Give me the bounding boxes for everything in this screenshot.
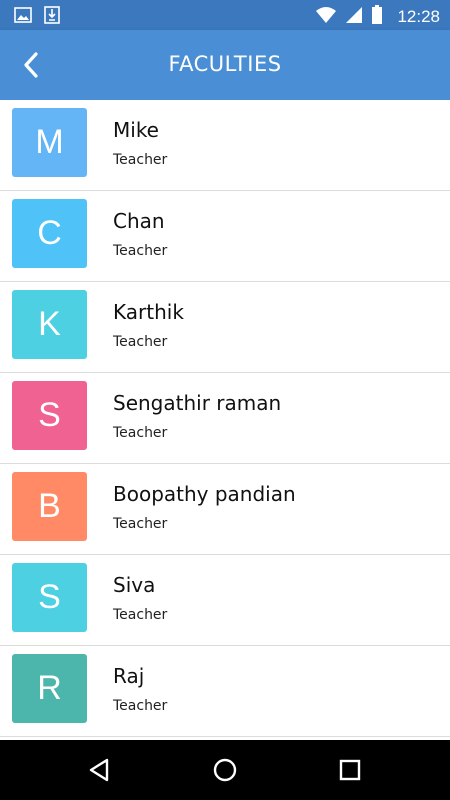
- faculty-role: Teacher: [113, 516, 168, 532]
- back-triangle-icon: [89, 758, 109, 782]
- battery-icon: [371, 5, 383, 29]
- avatar: R: [12, 654, 87, 723]
- faculty-name: Siva: [113, 573, 156, 597]
- nav-home-button[interactable]: [210, 755, 240, 785]
- download-icon: [44, 6, 60, 28]
- nav-back-button[interactable]: [85, 755, 115, 785]
- faculty-name: Sengathir raman: [113, 391, 282, 415]
- status-time: 12:28: [397, 7, 440, 26]
- recents-square-icon: [339, 759, 361, 781]
- avatar: S: [12, 563, 87, 632]
- faculty-role: Teacher: [113, 425, 168, 441]
- faculty-item-mike[interactable]: M Mike Teacher: [0, 100, 450, 191]
- avatar: K: [12, 290, 87, 359]
- faculty-name: Mike: [113, 118, 159, 142]
- avatar: C: [12, 199, 87, 268]
- faculty-role: Teacher: [113, 152, 168, 168]
- status-bar: 12:28: [0, 0, 450, 30]
- faculty-item-chan[interactable]: C Chan Teacher: [0, 191, 450, 282]
- signal-icon: [345, 6, 363, 28]
- avatar: M: [12, 108, 87, 177]
- system-nav-bar: [0, 740, 450, 800]
- faculty-list: M Mike Teacher C Chan Teacher K Karthik …: [0, 100, 450, 740]
- nav-recents-button[interactable]: [335, 755, 365, 785]
- avatar: B: [12, 472, 87, 541]
- page-title: FACULTIES: [168, 52, 282, 76]
- wifi-icon: [315, 6, 337, 28]
- app-bar: FACULTIES: [0, 30, 450, 100]
- faculty-role: Teacher: [113, 334, 168, 350]
- faculty-name: Chan: [113, 209, 165, 233]
- faculty-role: Teacher: [113, 698, 168, 714]
- faculty-name: Boopathy pandian: [113, 482, 296, 506]
- faculty-item-sengathir-raman[interactable]: S Sengathir raman Teacher: [0, 373, 450, 464]
- image-icon: [14, 6, 32, 28]
- faculty-item-siva[interactable]: S Siva Teacher: [0, 555, 450, 646]
- faculty-name: Karthik: [113, 300, 184, 324]
- faculty-item-karthik[interactable]: K Karthik Teacher: [0, 282, 450, 373]
- home-circle-icon: [213, 758, 237, 782]
- avatar: S: [12, 381, 87, 450]
- faculty-item-raj[interactable]: R Raj Teacher: [0, 646, 450, 737]
- faculty-role: Teacher: [113, 243, 168, 259]
- faculty-role: Teacher: [113, 607, 168, 623]
- faculty-item-boopathy-pandian[interactable]: B Boopathy pandian Teacher: [0, 464, 450, 555]
- faculty-name: Raj: [113, 664, 145, 688]
